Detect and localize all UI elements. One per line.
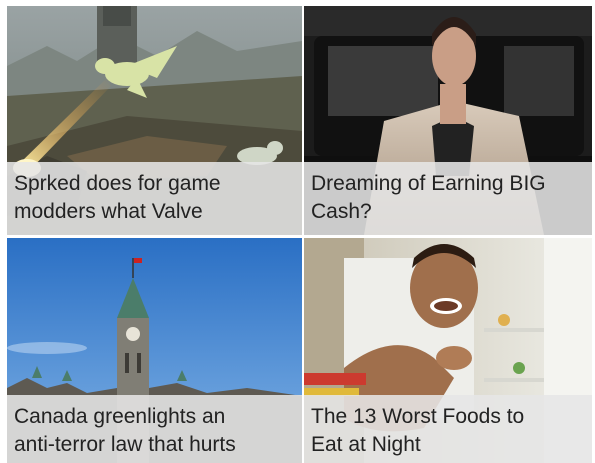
caption-line-2: modders what Valve [14, 200, 203, 223]
caption-line-2: anti-terror law that hurts [14, 433, 236, 456]
caption-line-2: Cash? [311, 200, 372, 223]
article-caption[interactable]: Sprked does for game modders what Valve [7, 162, 302, 235]
sponsored-content-grid: Sprked does for game modders what Valve [0, 0, 595, 463]
caption-line-2: Eat at Night [311, 433, 421, 456]
caption-line-1: The 13 Worst Foods to [311, 405, 525, 428]
caption-line-1: Sprked does for game [14, 172, 221, 195]
article-caption[interactable]: Dreaming of Earning BIG Cash? [304, 162, 592, 235]
caption-line-1: Dreaming of Earning BIG [311, 172, 546, 195]
caption-line-1: Canada greenlights an [14, 405, 226, 428]
article-card-earning-cash[interactable]: Dreaming of Earning BIG Cash? [304, 6, 592, 235]
article-card-canada-law[interactable]: Canada greenlights an anti-terror law th… [7, 238, 302, 463]
article-card-game-modders[interactable]: Sprked does for game modders what Valve [7, 6, 302, 235]
article-caption[interactable]: The 13 Worst Foods to Eat at Night [304, 395, 592, 463]
article-caption[interactable]: Canada greenlights an anti-terror law th… [7, 395, 302, 463]
article-card-worst-foods[interactable]: The 13 Worst Foods to Eat at Night [304, 238, 592, 463]
